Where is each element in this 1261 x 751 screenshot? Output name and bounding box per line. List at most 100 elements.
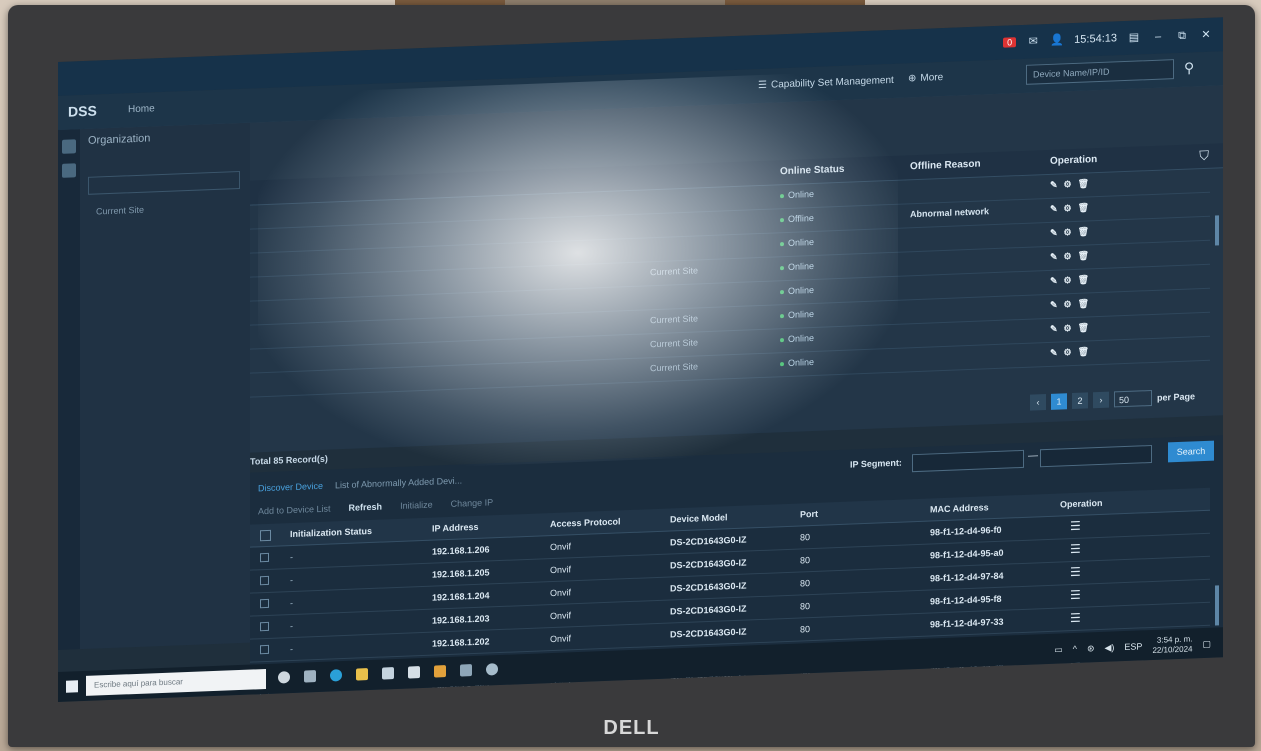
edit-icon[interactable]: ✎ [1050, 275, 1064, 286]
refresh-button[interactable]: Refresh [349, 502, 383, 513]
header-access-protocol[interactable]: Access Protocol [550, 516, 621, 529]
edit-icon[interactable]: ✎ [1050, 299, 1064, 310]
delete-icon[interactable]: 🗑 [1078, 250, 1095, 261]
row-checkbox[interactable] [260, 598, 269, 609]
config-icon[interactable]: ⚙ [1064, 275, 1078, 286]
header-online-status[interactable]: Online Status [780, 164, 844, 177]
windows-start-icon[interactable] [66, 680, 78, 693]
edit-icon[interactable]: ✎ [1050, 179, 1064, 190]
config-icon[interactable]: ⚙ [1064, 203, 1078, 214]
header-init-status[interactable]: Initialization Status [290, 526, 372, 539]
sidebar-search-input[interactable] [88, 171, 240, 195]
delete-icon[interactable]: 🗑 [1078, 202, 1095, 213]
store-icon[interactable] [382, 667, 394, 680]
operation-menu-icon[interactable]: ☰ [1070, 565, 1081, 579]
page-size-select[interactable]: 50 [1114, 389, 1152, 408]
page-1-button[interactable]: 1 [1051, 393, 1067, 410]
discover-table-scrollbar[interactable] [1215, 585, 1219, 626]
language-icon[interactable]: ESP [1124, 641, 1142, 652]
home-tab[interactable]: Home [128, 103, 155, 115]
mail-icon[interactable]: ✉ [1026, 35, 1040, 48]
ip-segment-start-input[interactable] [912, 449, 1024, 473]
device-model: DS-2CD1643G0-IZ [670, 580, 747, 594]
menu-icon[interactable]: ▤ [1127, 31, 1141, 44]
mail-app-icon[interactable] [408, 666, 420, 679]
operation-menu-icon[interactable]: ☰ [1070, 588, 1081, 602]
cortana-icon[interactable] [278, 671, 290, 684]
ip-segment-end-input[interactable] [1040, 444, 1152, 468]
next-page-button[interactable]: › [1093, 391, 1109, 409]
device-table-scrollbar[interactable] [1215, 215, 1219, 246]
edit-icon[interactable]: ✎ [1050, 251, 1064, 262]
search-icon[interactable]: ⚲ [1184, 59, 1194, 76]
app-icon[interactable] [460, 664, 472, 677]
dss-app-icon[interactable] [434, 665, 446, 678]
notification-icon[interactable]: ▢ [1202, 638, 1211, 649]
network-icon[interactable]: ⊛ [1087, 643, 1095, 654]
delete-icon[interactable]: 🗑 [1078, 226, 1095, 237]
row-operations: ✎⚙🗑 [1050, 298, 1095, 311]
operation-menu-icon[interactable]: ☰ [1070, 519, 1081, 533]
edit-icon[interactable]: ✎ [1050, 203, 1064, 214]
tray-chevron-icon[interactable]: ^ [1073, 644, 1077, 654]
taskbar-clock[interactable]: 3:54 p. m. 22/10/2024 [1152, 634, 1192, 656]
delete-icon[interactable]: 🗑 [1078, 322, 1095, 333]
tab-discover-device[interactable]: Discover Device [258, 481, 323, 493]
file-explorer-icon[interactable] [356, 668, 368, 681]
config-icon[interactable]: ⚙ [1064, 299, 1078, 310]
config-icon[interactable]: ⚙ [1064, 179, 1078, 190]
volume-icon[interactable]: ◀) [1105, 642, 1115, 653]
tab-abnormal-devices[interactable]: List of Abnormally Added Devi... [335, 475, 462, 490]
task-view-icon[interactable] [304, 670, 316, 683]
close-icon[interactable]: ✕ [1199, 29, 1213, 42]
status-dot-icon [780, 289, 784, 294]
delete-icon[interactable]: 🗑 [1078, 346, 1095, 357]
devices-icon[interactable] [62, 139, 76, 154]
edit-icon[interactable]: ✎ [1050, 347, 1064, 358]
delete-icon[interactable]: 🗑 [1078, 274, 1095, 285]
row-operations: ✎⚙🗑 [1050, 226, 1095, 239]
operation-menu-icon[interactable]: ☰ [1070, 542, 1081, 556]
add-to-device-list-button[interactable]: Add to Device List [258, 504, 331, 517]
page-2-button[interactable]: 2 [1072, 392, 1088, 410]
row-checkbox[interactable] [260, 552, 269, 563]
capability-set-button[interactable]: ☰ Capability Set Management [758, 75, 894, 91]
filter-icon[interactable]: ⛉ [1199, 148, 1209, 164]
chrome-icon[interactable] [486, 663, 498, 676]
config-icon[interactable]: ⚙ [1064, 227, 1078, 238]
delete-icon[interactable]: 🗑 [1078, 178, 1095, 189]
search-button[interactable]: Search [1168, 440, 1214, 463]
online-status-text: Online [788, 356, 815, 368]
row-checkbox[interactable] [260, 575, 269, 586]
taskbar-search-input[interactable]: Escribe aquí para buscar [86, 669, 266, 696]
config-icon[interactable]: ⚙ [1064, 323, 1078, 334]
change-ip-button[interactable]: Change IP [451, 497, 494, 509]
operation-menu-icon[interactable]: ☰ [1070, 611, 1081, 625]
restore-icon[interactable]: ⧉ [1175, 30, 1189, 43]
edge-icon[interactable] [330, 669, 342, 682]
header-offline-reason[interactable]: Offline Reason [910, 159, 981, 173]
initialize-button[interactable]: Initialize [400, 500, 433, 511]
file-icon[interactable] [62, 163, 76, 178]
device-site: Current Site [650, 313, 699, 326]
init-status: - [290, 597, 293, 609]
more-button[interactable]: ⊕ More [908, 72, 943, 84]
user-icon[interactable]: 👤 [1050, 34, 1064, 47]
prev-page-button[interactable]: ‹ [1030, 394, 1046, 411]
edit-icon[interactable]: ✎ [1050, 227, 1064, 238]
header-ip-address[interactable]: IP Address [432, 522, 479, 534]
minimize-icon[interactable]: – [1151, 30, 1165, 43]
mac-address: 98-f1-12-d4-97-84 [930, 570, 1004, 584]
config-icon[interactable]: ⚙ [1064, 347, 1078, 358]
config-icon[interactable]: ⚙ [1064, 251, 1078, 262]
device-search-input[interactable]: Device Name/IP/ID [1026, 59, 1174, 85]
row-checkbox[interactable] [260, 621, 269, 632]
delete-icon[interactable]: 🗑 [1078, 298, 1095, 309]
device-model: DS-2CD1643G0-IZ [670, 534, 747, 548]
keyboard-icon[interactable]: ▭ [1054, 644, 1063, 655]
row-checkbox[interactable] [260, 644, 269, 655]
select-all-checkbox[interactable] [260, 529, 271, 542]
sidebar-node-current-site[interactable]: Current Site [96, 205, 144, 217]
edit-icon[interactable]: ✎ [1050, 323, 1064, 334]
alarm-badge[interactable]: 0 [1003, 37, 1017, 48]
